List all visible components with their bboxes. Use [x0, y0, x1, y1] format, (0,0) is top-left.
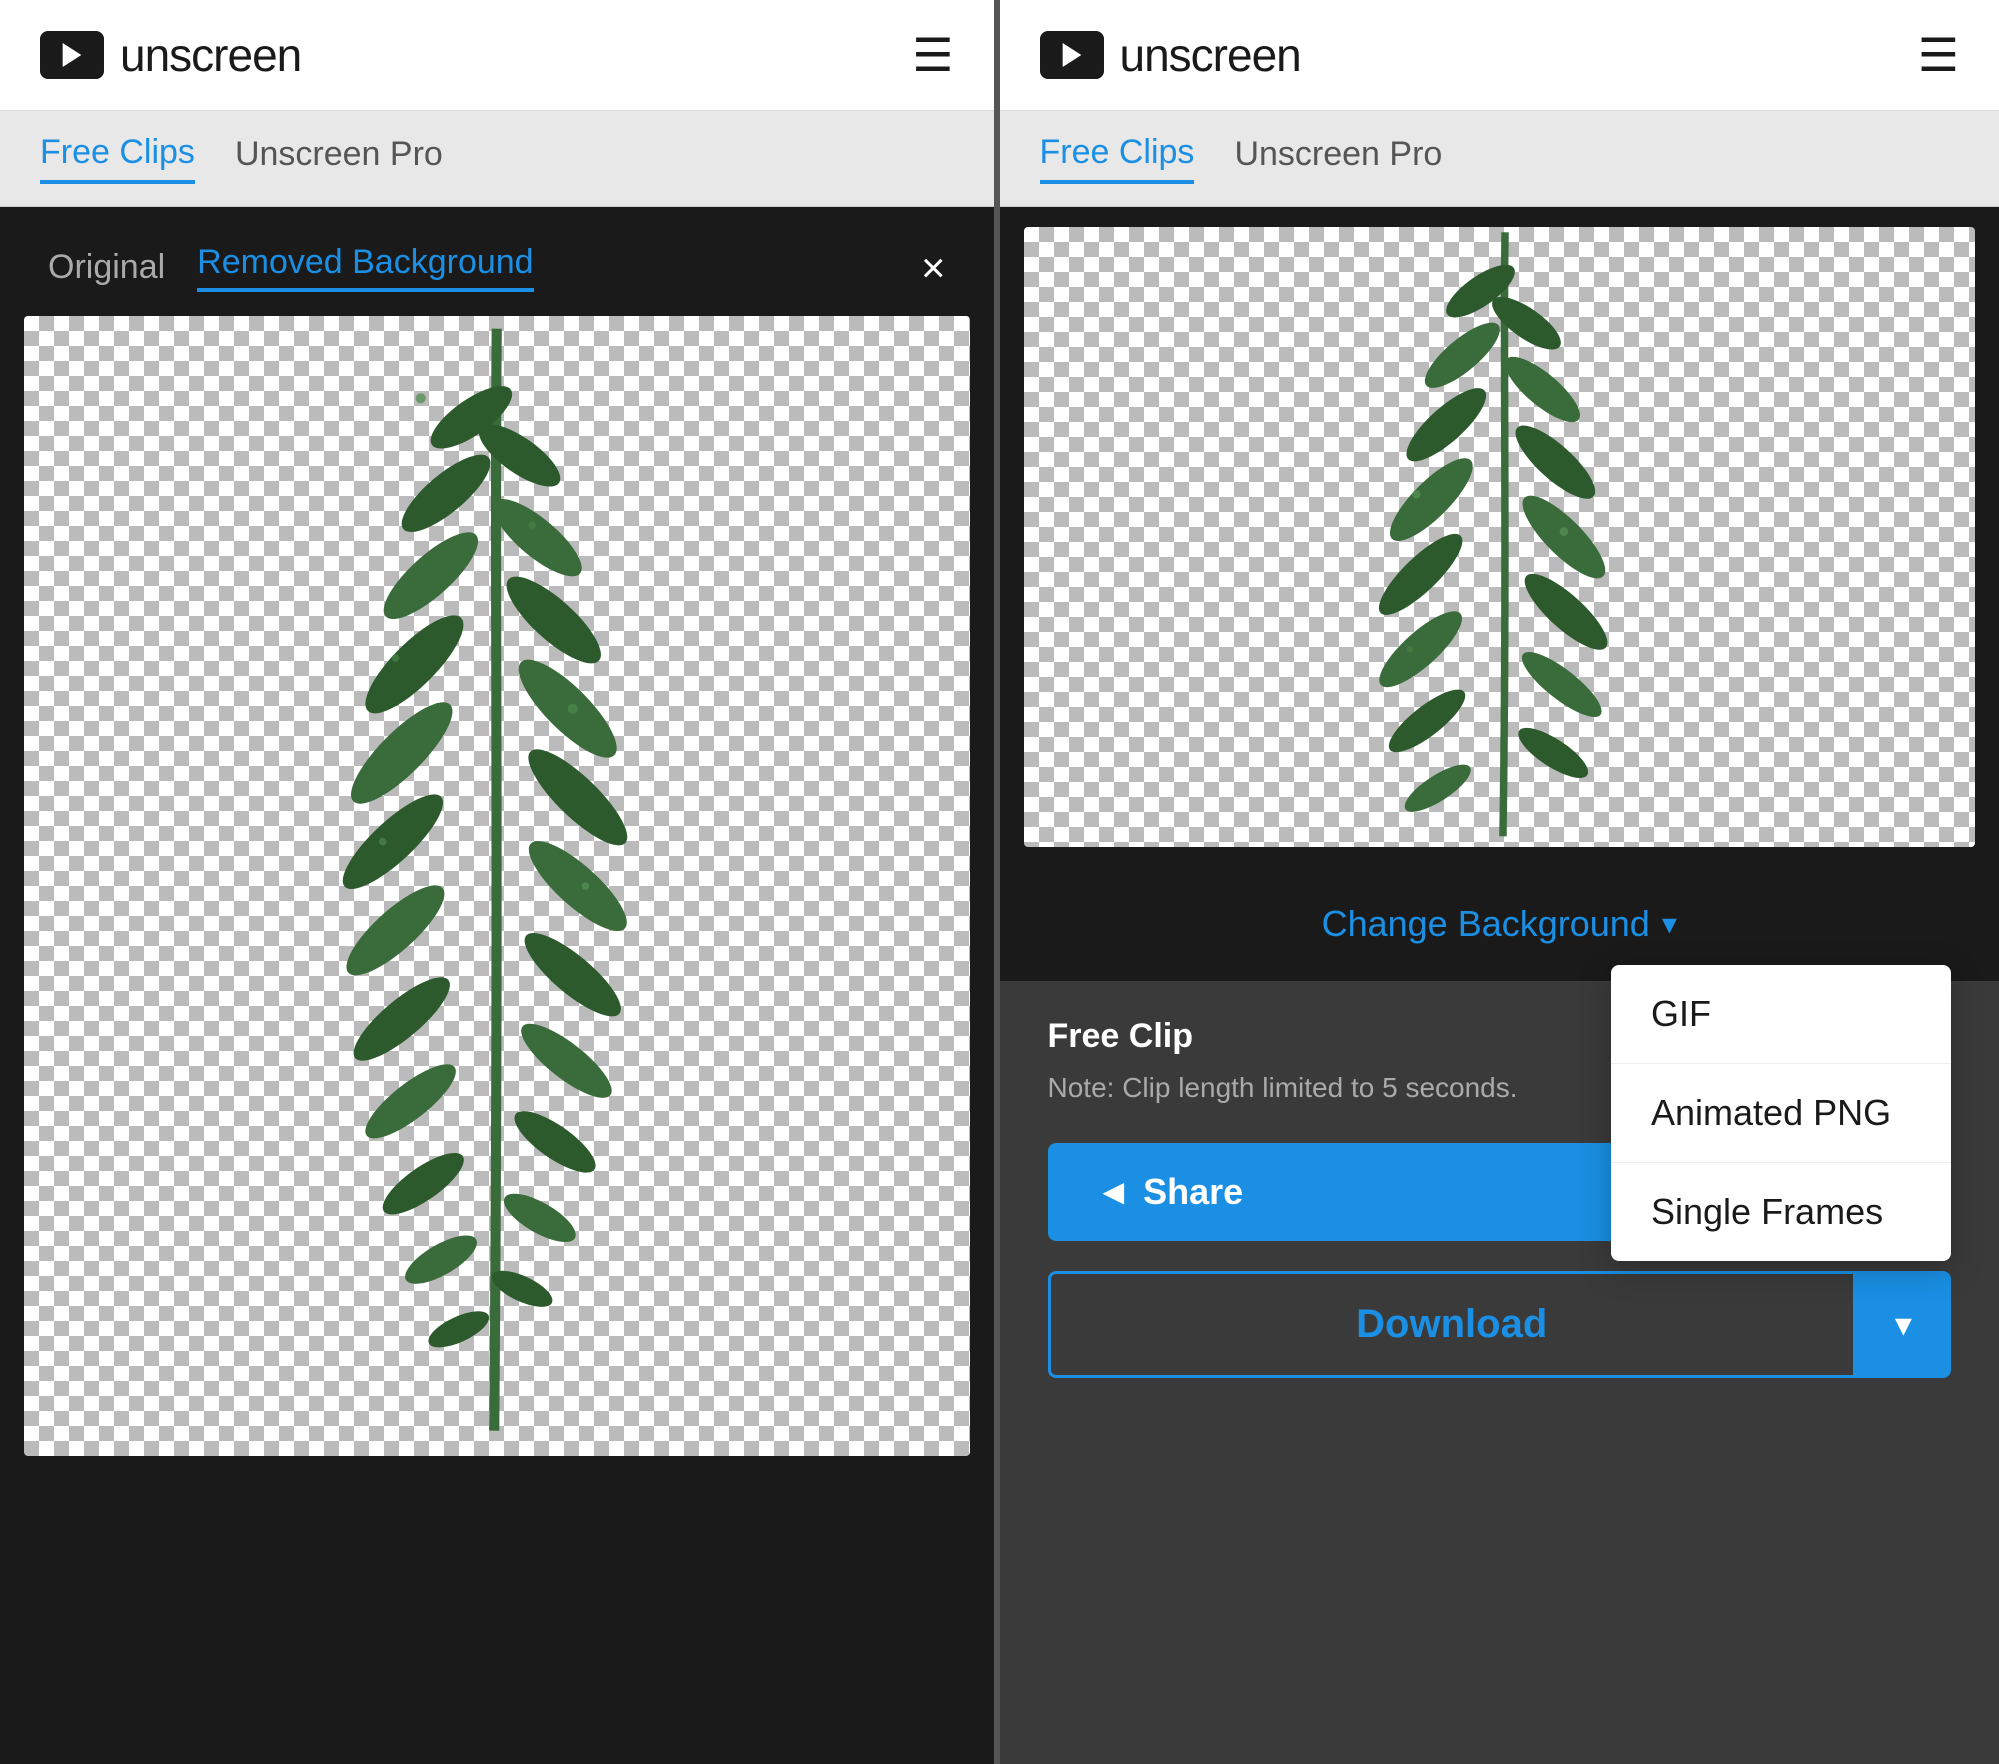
left-image-container [24, 316, 970, 1456]
close-button[interactable]: × [921, 247, 946, 289]
right-logo-text: unscreen [1120, 28, 1301, 82]
download-dropdown-toggle[interactable]: ▾ [1856, 1271, 1951, 1378]
right-play-icon [1056, 39, 1088, 71]
fern-svg [24, 316, 970, 1456]
chevron-down-icon: ▾ [1662, 907, 1677, 942]
dropdown-arrow-icon: ▾ [1895, 1306, 1912, 1344]
right-fern-svg [1024, 227, 1976, 847]
left-tab-free-clips[interactable]: Free Clips [40, 133, 195, 184]
play-icon [56, 39, 88, 71]
right-hamburger-icon[interactable]: ☰ [1918, 32, 1959, 78]
right-logo-icon [1040, 31, 1104, 79]
left-nav-tabs: Free Clips Unscreen Pro [0, 111, 994, 207]
right-tab-unscreen-pro[interactable]: Unscreen Pro [1234, 135, 1442, 182]
tab-removed-background[interactable]: Removed Background [197, 243, 533, 292]
right-tab-free-clips[interactable]: Free Clips [1040, 133, 1195, 184]
change-background-text: Change Background [1322, 903, 1650, 945]
left-logo-text: unscreen [120, 28, 301, 82]
right-nav-tabs: Free Clips Unscreen Pro [1000, 111, 1999, 207]
dropdown-item-single-frames[interactable]: Single Frames [1611, 1163, 1951, 1261]
right-content: Change Background ▾ [1000, 207, 1999, 981]
view-tabs: Original Removed Background [48, 243, 534, 292]
right-header: unscreen ☰ [1000, 0, 1999, 111]
share-icon: ◄ [1096, 1171, 1132, 1213]
right-panel: unscreen ☰ Free Clips Unscreen Pro [1000, 0, 1999, 1764]
left-logo-icon [40, 31, 104, 79]
left-tab-unscreen-pro[interactable]: Unscreen Pro [235, 135, 443, 182]
change-background-bar[interactable]: Change Background ▾ [1000, 867, 1999, 981]
right-image-container [1024, 227, 1976, 847]
right-logo: unscreen [1040, 28, 1301, 82]
dropdown-item-animated-png[interactable]: Animated PNG [1611, 1064, 1951, 1163]
left-content: Original Removed Background × [0, 207, 994, 1764]
left-modal-header: Original Removed Background × [0, 207, 994, 316]
dropdown-item-gif[interactable]: GIF [1611, 965, 1951, 1064]
left-header: unscreen ☰ [0, 0, 994, 111]
left-panel: unscreen ☰ Free Clips Unscreen Pro Origi… [0, 0, 1000, 1764]
tab-original[interactable]: Original [48, 248, 165, 287]
left-fern-image [24, 316, 970, 1456]
download-dropdown: GIF Animated PNG Single Frames [1611, 965, 1951, 1261]
right-bottom-section: Free Clip Note: Clip length limited to 5… [1000, 981, 1999, 1764]
download-button[interactable]: Download [1048, 1271, 1856, 1378]
left-logo: unscreen [40, 28, 301, 82]
download-row: GIF Animated PNG Single Frames Download … [1048, 1271, 1952, 1378]
right-fern-image [1024, 227, 1976, 847]
left-hamburger-icon[interactable]: ☰ [912, 32, 953, 78]
share-label: Share [1143, 1171, 1243, 1213]
